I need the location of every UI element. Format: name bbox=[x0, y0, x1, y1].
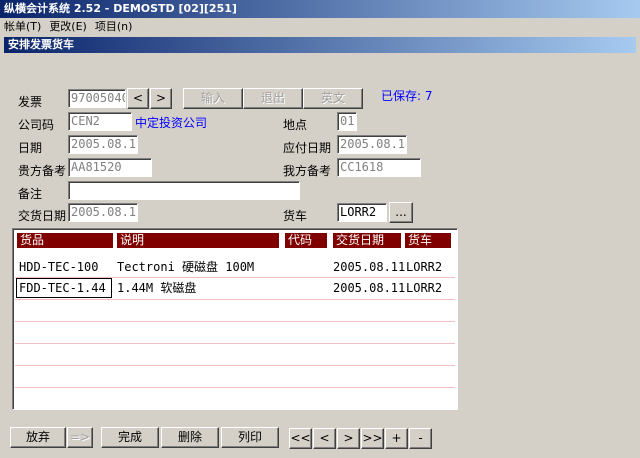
due-date-field[interactable]: 2005.08.18 bbox=[337, 135, 407, 154]
row-description[interactable]: Tectroni 硬磁盘 100M bbox=[117, 258, 254, 276]
our-ref-label: 我方备考 bbox=[283, 164, 332, 178]
row-delivery-date[interactable]: 2005.08.11 bbox=[333, 258, 405, 276]
date-field[interactable]: 2005.08.11 bbox=[68, 135, 138, 154]
row-description[interactable]: 1.44M 软磁盘 bbox=[117, 279, 196, 297]
arrow-button[interactable]: => bbox=[67, 427, 93, 448]
next-record-button[interactable]: > bbox=[337, 428, 360, 449]
menu-item-bill[interactable]: 帐单(T) bbox=[0, 18, 45, 35]
prev-record-button[interactable]: < bbox=[313, 428, 336, 449]
location-label: 地点 bbox=[283, 118, 308, 132]
english-button[interactable]: 英文 bbox=[303, 88, 363, 109]
menu-bar: 帐单(T) 更改(E) 项目(n) bbox=[0, 18, 640, 35]
saved-status: 已保存: 7 bbox=[381, 89, 433, 103]
abandon-button[interactable]: 放弃 bbox=[10, 427, 66, 448]
row-item-code[interactable]: HDD-TEC-100 bbox=[19, 258, 98, 276]
remark-field[interactable] bbox=[68, 181, 300, 200]
complete-button[interactable]: 完成 bbox=[101, 427, 159, 448]
truck-browse-button[interactable]: ... bbox=[389, 202, 413, 223]
delivery-date-label: 交货日期 bbox=[18, 209, 67, 223]
add-row-button[interactable]: + bbox=[385, 428, 408, 449]
grid-header-item: 货品 bbox=[17, 233, 113, 248]
row-item-code-editor[interactable]: FDD-TEC-1.44 bbox=[16, 278, 112, 298]
next-invoice-button[interactable]: > bbox=[150, 88, 172, 109]
truck-label: 货车 bbox=[283, 209, 308, 223]
remark-label: 备注 bbox=[18, 187, 43, 201]
grid-header-truck: 货车 bbox=[405, 233, 451, 248]
input-button[interactable]: 输入 bbox=[183, 88, 243, 109]
company-code-field[interactable]: CEN2 bbox=[68, 112, 132, 131]
last-record-button[interactable]: >> bbox=[361, 428, 384, 449]
grid-row-separator bbox=[15, 365, 455, 366]
row-truck[interactable]: LORR2 bbox=[406, 258, 442, 276]
exit-button[interactable]: 退出 bbox=[243, 88, 303, 109]
window-title: 纵横会计系统 2.52 - DEMOSTD [02][251] bbox=[0, 0, 640, 18]
first-record-button[interactable]: << bbox=[289, 428, 312, 449]
invoice-field[interactable]: 97005040 bbox=[68, 89, 126, 108]
your-ref-label: 贵方备考 bbox=[18, 164, 67, 178]
table-row[interactable]: FDD-TEC-1.44 1.44M 软磁盘 2005.08.11 LORR2 bbox=[13, 278, 455, 299]
menu-item-project[interactable]: 项目(n) bbox=[91, 18, 137, 35]
date-label: 日期 bbox=[18, 141, 43, 155]
our-ref-field[interactable]: CC1618 bbox=[337, 158, 421, 177]
your-ref-field[interactable]: AA81520 bbox=[68, 158, 152, 177]
delivery-date-field[interactable]: 2005.08.11 bbox=[68, 203, 138, 222]
delete-button[interactable]: 删除 bbox=[161, 427, 219, 448]
company-name: 中定投资公司 bbox=[135, 116, 208, 130]
row-delivery-date[interactable]: 2005.08.11 bbox=[333, 279, 405, 297]
grid-row-separator bbox=[15, 387, 455, 388]
due-date-label: 应付日期 bbox=[283, 141, 332, 155]
location-field[interactable]: 01 bbox=[337, 112, 357, 131]
truck-field[interactable]: LORR2 bbox=[337, 203, 387, 222]
form-title: 安排发票货车 bbox=[4, 37, 636, 53]
row-truck[interactable]: LORR2 bbox=[406, 279, 442, 297]
remove-row-button[interactable]: - bbox=[409, 428, 432, 449]
grid-header-delivery-date: 交货日期 bbox=[333, 233, 401, 248]
grid-header-code: 代码 bbox=[285, 233, 327, 248]
prev-invoice-button[interactable]: < bbox=[127, 88, 149, 109]
grid-row-separator bbox=[15, 321, 455, 322]
grid-row-separator bbox=[15, 299, 455, 300]
print-button[interactable]: 列印 bbox=[221, 427, 279, 448]
company-code-label: 公司码 bbox=[18, 118, 55, 132]
grid-row-separator bbox=[15, 343, 455, 344]
grid-header-description: 说明 bbox=[117, 233, 279, 248]
items-grid: 货品 说明 代码 交货日期 货车 HDD-TEC-100 Tectroni 硬磁… bbox=[12, 228, 458, 410]
menu-item-edit[interactable]: 更改(E) bbox=[45, 18, 91, 35]
table-row[interactable]: HDD-TEC-100 Tectroni 硬磁盘 100M 2005.08.11… bbox=[13, 257, 455, 277]
invoice-label: 发票 bbox=[18, 95, 43, 109]
